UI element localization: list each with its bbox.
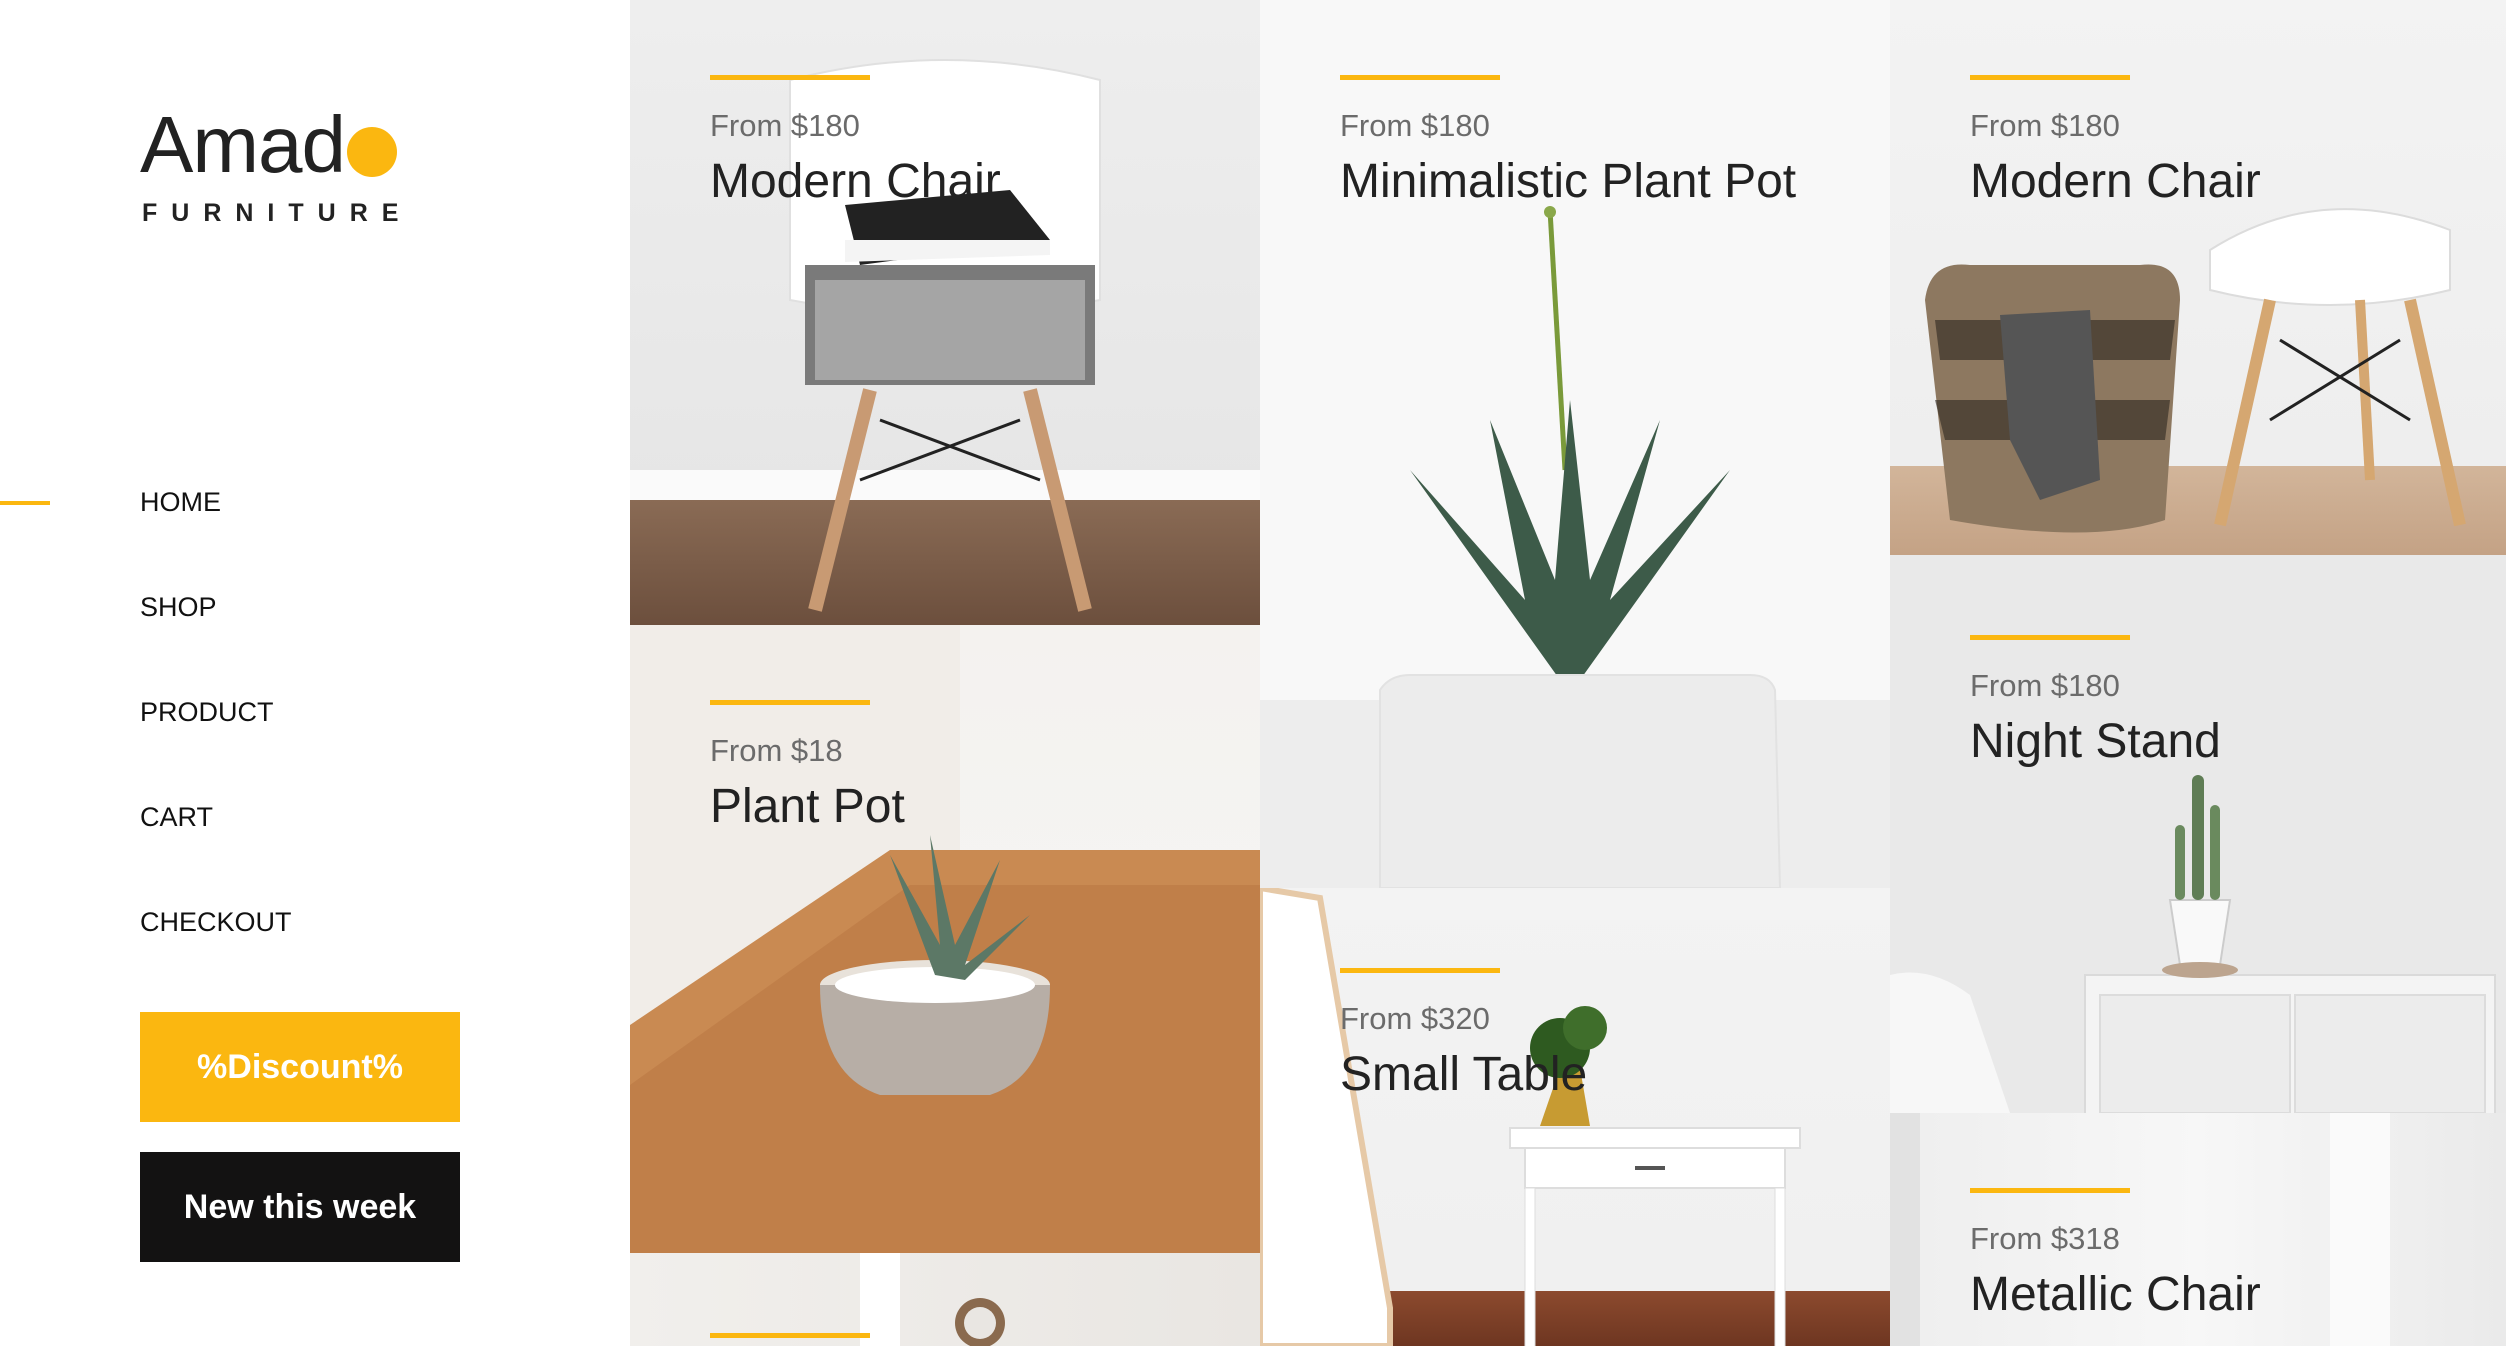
product-tile-modern-chair-2[interactable]: From $180 Modern Chair bbox=[1890, 0, 2506, 555]
product-tile-night-stand[interactable]: From $180 Night Stand bbox=[1890, 555, 2506, 1113]
product-tile-bottom[interactable] bbox=[630, 1253, 1260, 1346]
product-price: From $180 bbox=[710, 108, 860, 143]
product-name: Minimalistic Plant Pot bbox=[1340, 155, 1797, 208]
nav-item-label: SHOP bbox=[140, 592, 217, 622]
product-label: From $320 Small Table bbox=[1340, 968, 1587, 1102]
product-label bbox=[710, 1333, 870, 1346]
product-tile-small-table[interactable]: From $320 Small Table bbox=[1260, 888, 1890, 1346]
product-price: From $18 bbox=[710, 733, 843, 768]
product-label: From $180 Minimalistic Plant Pot bbox=[1340, 75, 1796, 209]
nav-item-label: CART bbox=[140, 802, 214, 832]
accent-bar bbox=[710, 1333, 870, 1338]
brand-tagline: FURNITURE bbox=[142, 199, 413, 227]
white-console-table-image bbox=[1260, 888, 1801, 1346]
accent-bar bbox=[1970, 635, 2130, 640]
nav-item-label: HOME bbox=[140, 487, 221, 517]
product-label: From $18 Plant Pot bbox=[710, 700, 905, 834]
product-name: Plant Pot bbox=[710, 780, 905, 833]
nav-item-shop[interactable]: SHOP bbox=[0, 555, 630, 660]
product-tile-modern-chair[interactable]: From $180 Modern Chair bbox=[630, 0, 1260, 625]
product-label: From $318 Metallic Chair bbox=[1970, 1188, 2261, 1322]
product-price: From $320 bbox=[1340, 1001, 1490, 1036]
accent-bar bbox=[1340, 968, 1500, 973]
sidebar: Amad FURNITURE HOME SHOP PRODUCT CART CH… bbox=[0, 0, 630, 1346]
product-label: From $180 Modern Chair bbox=[1970, 75, 2261, 209]
product-tile-metallic-chair[interactable]: From $318 Metallic Chair bbox=[1890, 1113, 2506, 1346]
product-name: Modern Chair bbox=[710, 155, 1001, 208]
product-name: Modern Chair bbox=[1970, 155, 2261, 208]
nav-item-label: CHECKOUT bbox=[140, 907, 292, 937]
product-name: Small Table bbox=[1340, 1048, 1588, 1101]
brand-name: Amad bbox=[140, 100, 346, 189]
product-price: From $318 bbox=[1970, 1221, 2120, 1256]
new-this-week-button[interactable]: New this week bbox=[140, 1152, 460, 1262]
product-price: From $180 bbox=[1970, 108, 2120, 143]
nav-item-checkout[interactable]: CHECKOUT bbox=[0, 870, 630, 975]
nav-item-home[interactable]: HOME bbox=[0, 450, 630, 555]
active-nav-indicator bbox=[0, 500, 50, 505]
nav-item-product[interactable]: PRODUCT bbox=[0, 660, 630, 765]
brand-logo[interactable]: Amad FURNITURE bbox=[140, 105, 412, 228]
product-name: Metallic Chair bbox=[1970, 1268, 2261, 1321]
product-price: From $180 bbox=[1970, 668, 2120, 703]
accent-bar bbox=[710, 75, 870, 80]
product-tile-plant-pot[interactable]: From $18 Plant Pot bbox=[630, 625, 1260, 1253]
main-nav: HOME SHOP PRODUCT CART CHECKOUT bbox=[0, 450, 630, 975]
logo-dot-icon bbox=[346, 127, 397, 177]
accent-bar bbox=[1340, 75, 1500, 80]
discount-button[interactable]: %Discount% bbox=[140, 1012, 460, 1122]
product-name: Night Stand bbox=[1970, 715, 2221, 768]
accent-bar bbox=[1970, 1188, 2130, 1193]
product-price: From $180 bbox=[1340, 108, 1490, 143]
product-label: From $180 Modern Chair bbox=[710, 75, 1001, 209]
accent-bar bbox=[710, 700, 870, 705]
accent-bar bbox=[1970, 75, 2130, 80]
nav-item-label: PRODUCT bbox=[140, 697, 274, 727]
product-tile-minimalistic-plant-pot[interactable]: From $180 Minimalistic Plant Pot bbox=[1260, 0, 1890, 888]
nav-item-cart[interactable]: CART bbox=[0, 765, 630, 870]
product-label: From $180 Night Stand bbox=[1970, 635, 2221, 769]
